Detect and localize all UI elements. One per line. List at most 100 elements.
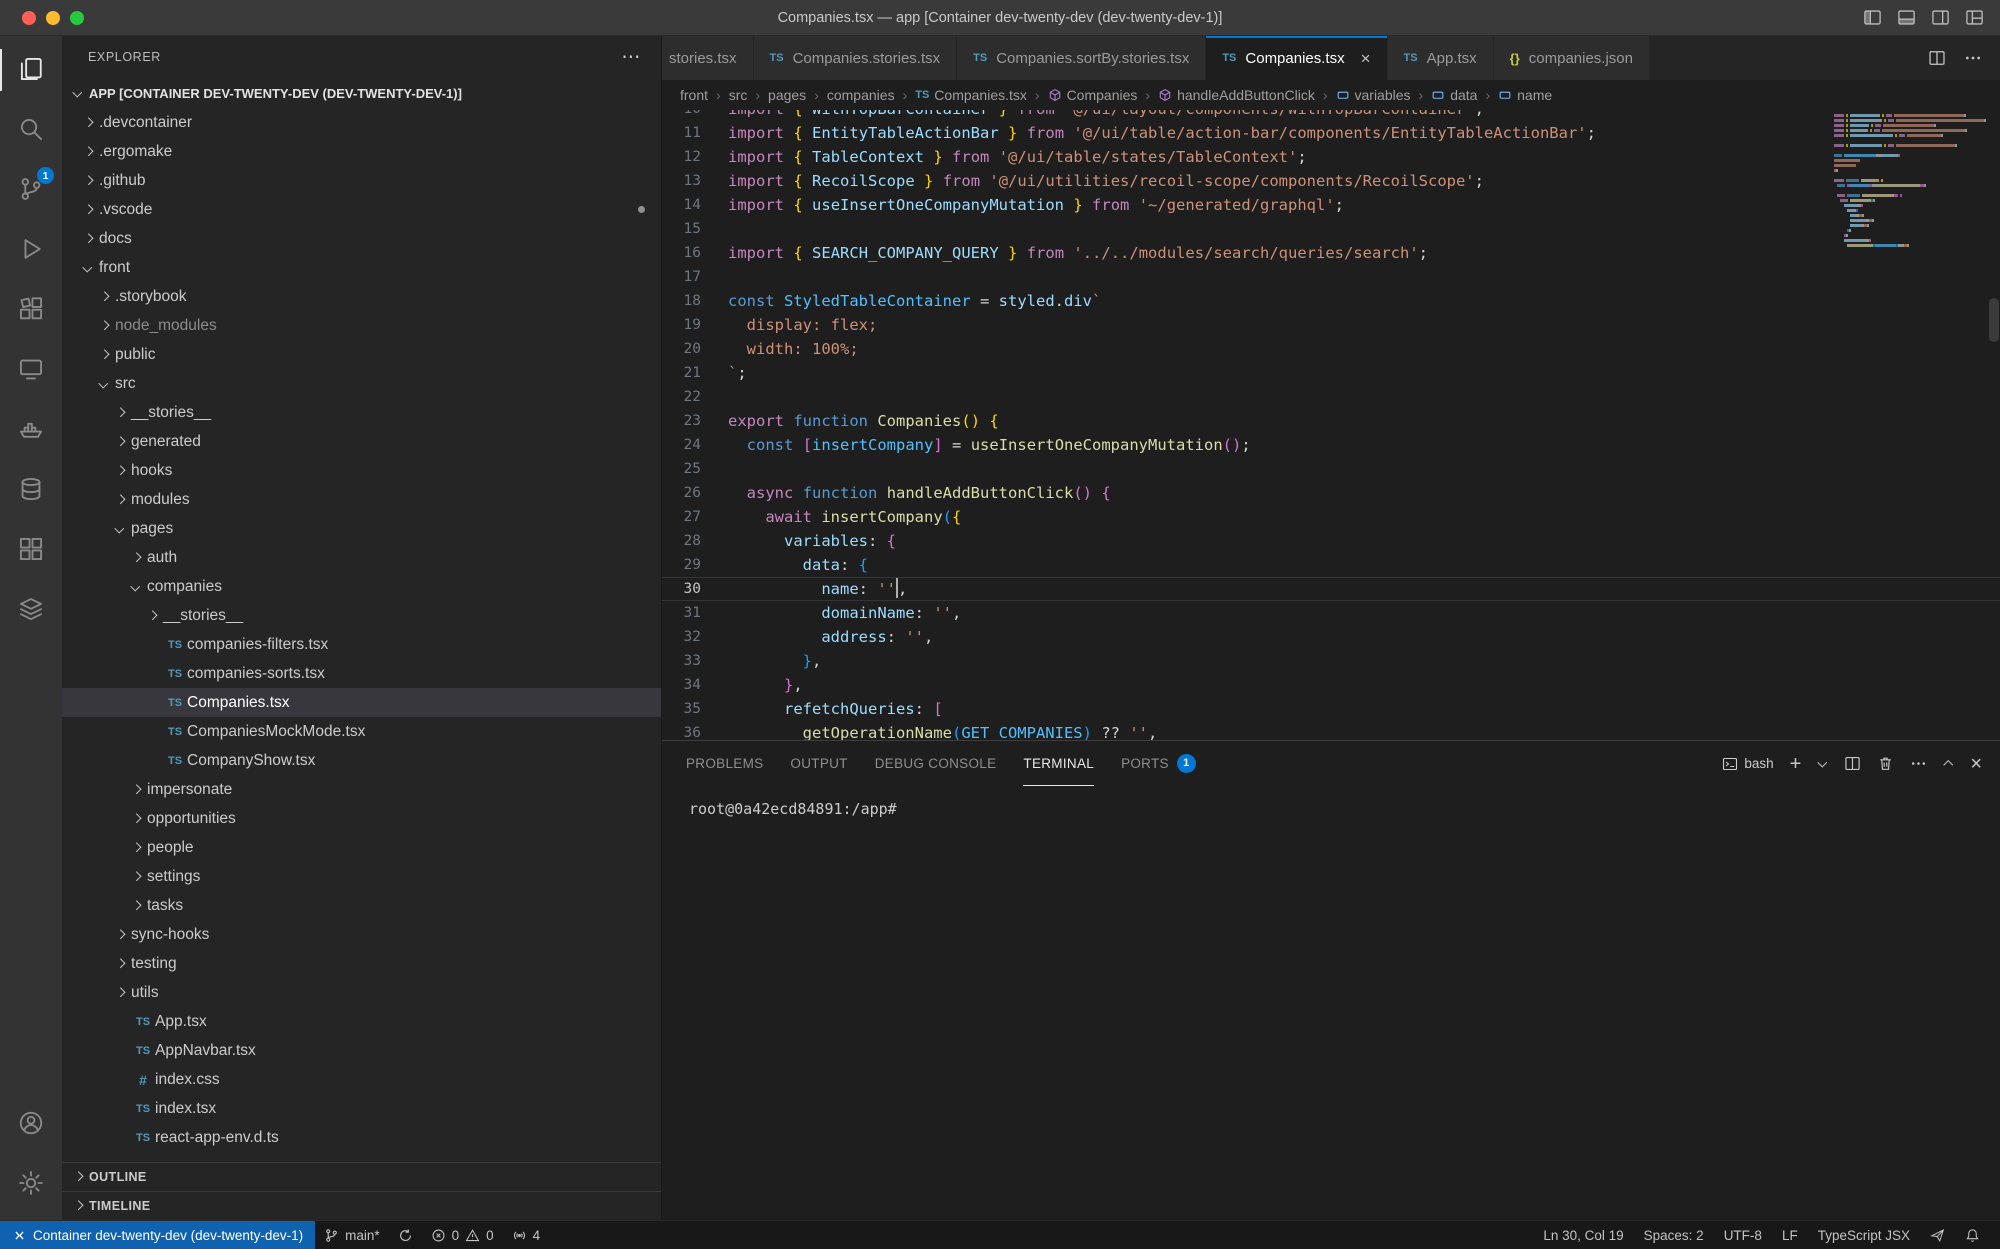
panel-tab-problems[interactable]: PROBLEMS [686, 741, 763, 786]
activity-item-accounts[interactable] [0, 1094, 62, 1154]
code-line-33[interactable]: 33 }, [662, 649, 2000, 673]
code-line-28[interactable]: 28 variables: { [662, 529, 2000, 553]
tree-item-docs[interactable]: docs [62, 224, 661, 253]
activity-item-remote-explorer[interactable] [0, 340, 62, 400]
code-line-10[interactable]: 10import { WithTopBarContainer } from '@… [662, 110, 2000, 121]
code-line-23[interactable]: 23export function Companies() { [662, 409, 2000, 433]
code-line-27[interactable]: 27 await insertCompany({ [662, 505, 2000, 529]
breadcrumb-item-src[interactable]: src [729, 87, 748, 103]
breadcrumb-item-companies[interactable]: companies [827, 87, 895, 103]
tree-item-testing[interactable]: testing [62, 949, 661, 978]
tree-item-companies-filters-tsx[interactable]: TScompanies-filters.tsx [62, 630, 661, 659]
close-tab-icon[interactable]: × [1361, 50, 1371, 67]
toggle-primary-sidebar-icon[interactable] [1863, 8, 1882, 27]
cursor-position-indicator[interactable]: Ln 30, Col 19 [1533, 1221, 1633, 1249]
terminal-shell-selector[interactable]: bash [1722, 756, 1773, 772]
tree-item-github[interactable]: .github [62, 166, 661, 195]
tree-item-index-tsx[interactable]: TSindex.tsx [62, 1094, 661, 1123]
git-branch-indicator[interactable]: main* [315, 1221, 389, 1249]
tree-item-src[interactable]: src [62, 369, 661, 398]
code-line-12[interactable]: 12import { TableContext } from '@/ui/tab… [662, 145, 2000, 169]
forwarded-ports-indicator[interactable]: 4 [503, 1221, 550, 1249]
activity-item-extensions[interactable] [0, 280, 62, 340]
maximize-panel-icon[interactable] [1943, 758, 1954, 769]
window-close-button[interactable] [22, 11, 36, 25]
sidebar-more-actions-icon[interactable]: ⋯ [621, 46, 641, 69]
tree-item-impersonate[interactable]: impersonate [62, 775, 661, 804]
encoding-indicator[interactable]: UTF-8 [1714, 1221, 1772, 1249]
breadcrumb-item-companies[interactable]: Companies [1048, 87, 1138, 103]
tree-item-storybook[interactable]: .storybook [62, 282, 661, 311]
code-line-15[interactable]: 15 [662, 217, 2000, 241]
kill-terminal-icon[interactable] [1877, 755, 1894, 772]
code-line-35[interactable]: 35 refetchQueries: [ [662, 697, 2000, 721]
tab-companies-json[interactable]: {}companies.json [1494, 36, 1650, 80]
code-line-24[interactable]: 24 const [insertCompany] = useInsertOneC… [662, 433, 2000, 457]
tree-item-settings[interactable]: settings [62, 862, 661, 891]
tree-item-front[interactable]: front [62, 253, 661, 282]
outline-section-header[interactable]: OUTLINE [62, 1162, 661, 1191]
code-line-34[interactable]: 34 }, [662, 673, 2000, 697]
code-line-29[interactable]: 29 data: { [662, 553, 2000, 577]
toggle-panel-icon[interactable] [1897, 8, 1916, 27]
tree-item-hooks[interactable]: hooks [62, 456, 661, 485]
code-line-30[interactable]: 30 name: '', [662, 577, 2000, 601]
activity-item-explorer[interactable] [0, 40, 62, 100]
window-zoom-button[interactable] [70, 11, 84, 25]
tree-item-sync-hooks[interactable]: sync-hooks [62, 920, 661, 949]
code-line-22[interactable]: 22 [662, 385, 2000, 409]
activity-item-docker[interactable] [0, 400, 62, 460]
tree-item-companies-tsx[interactable]: TSCompanies.tsx [62, 688, 661, 717]
panel-tab-ports[interactable]: PORTS1 [1121, 741, 1196, 786]
project-section-header[interactable]: APP [CONTAINER DEV-TWENTY-DEV (DEV-TWENT… [62, 78, 661, 108]
problems-indicator[interactable]: 0 0 [422, 1221, 503, 1249]
tree-item-devcontainer[interactable]: .devcontainer [62, 108, 661, 137]
tree-item-node-modules[interactable]: node_modules [62, 311, 661, 340]
code-line-18[interactable]: 18const StyledTableContainer = styled.di… [662, 289, 2000, 313]
eol-indicator[interactable]: LF [1772, 1221, 1808, 1249]
tree-item-react-app-env-d-ts[interactable]: TSreact-app-env.d.ts [62, 1123, 661, 1152]
split-editor-icon[interactable] [1928, 49, 1946, 67]
breadcrumb-item-data[interactable]: data [1431, 87, 1477, 103]
tree-item-vscode[interactable]: .vscode [62, 195, 661, 224]
tree-item-public[interactable]: public [62, 340, 661, 369]
tree-item-opportunities[interactable]: opportunities [62, 804, 661, 833]
window-minimize-button[interactable] [46, 11, 60, 25]
panel-tab-output[interactable]: OUTPUT [790, 741, 847, 786]
tree-item-index-css[interactable]: #index.css [62, 1065, 661, 1094]
code-line-36[interactable]: 36 getOperationName(GET_COMPANIES) ?? ''… [662, 721, 2000, 740]
code-line-26[interactable]: 26 async function handleAddButtonClick()… [662, 481, 2000, 505]
tree-item-appnavbar-tsx[interactable]: TSAppNavbar.tsx [62, 1036, 661, 1065]
terminal-dropdown-icon[interactable] [1817, 758, 1828, 769]
terminal-output[interactable]: root@0a42ecd84891:/app# [662, 786, 2000, 818]
tree-item-ergomake[interactable]: .ergomake [62, 137, 661, 166]
panel-more-actions-icon[interactable] [1910, 755, 1927, 772]
tab-companies-sortby-stories-tsx[interactable]: TSCompanies.sortBy.stories.tsx [957, 36, 1206, 80]
code-line-32[interactable]: 32 address: '', [662, 625, 2000, 649]
code-line-17[interactable]: 17 [662, 265, 2000, 289]
tab-companies-stories-tsx[interactable]: TSCompanies.stories.tsx [754, 36, 958, 80]
code-line-13[interactable]: 13import { RecoilScope } from '@/ui/util… [662, 169, 2000, 193]
tab-stories-tsx[interactable]: stories.tsx [662, 36, 754, 80]
tree-item-app-tsx[interactable]: TSApp.tsx [62, 1007, 661, 1036]
tree-item-companies-sorts-tsx[interactable]: TScompanies-sorts.tsx [62, 659, 661, 688]
breadcrumb-item-front[interactable]: front [680, 87, 708, 103]
activity-item-search[interactable] [0, 100, 62, 160]
activity-item-layers[interactable] [0, 580, 62, 640]
tree-item-companyshow-tsx[interactable]: TSCompanyShow.tsx [62, 746, 661, 775]
toggle-secondary-sidebar-icon[interactable] [1931, 8, 1950, 27]
activity-item-source-control[interactable]: 1 [0, 160, 62, 220]
editor[interactable]: 10import { WithTopBarContainer } from '@… [662, 110, 2000, 740]
tree-item-companies[interactable]: companies [62, 572, 661, 601]
tree-item-tasks[interactable]: tasks [62, 891, 661, 920]
breadcrumb-item-variables[interactable]: variables [1336, 87, 1411, 103]
code-line-16[interactable]: 16import { SEARCH_COMPANY_QUERY } from '… [662, 241, 2000, 265]
editor-more-actions-icon[interactable] [1964, 49, 1982, 67]
split-terminal-icon[interactable] [1844, 755, 1861, 772]
panel-tab-debug-console[interactable]: DEBUG CONSOLE [875, 741, 997, 786]
code-line-20[interactable]: 20 width: 100%; [662, 337, 2000, 361]
timeline-section-header[interactable]: TIMELINE [62, 1191, 661, 1220]
activity-item-database[interactable] [0, 460, 62, 520]
tree-item-people[interactable]: people [62, 833, 661, 862]
tab-app-tsx[interactable]: TSApp.tsx [1388, 36, 1494, 80]
